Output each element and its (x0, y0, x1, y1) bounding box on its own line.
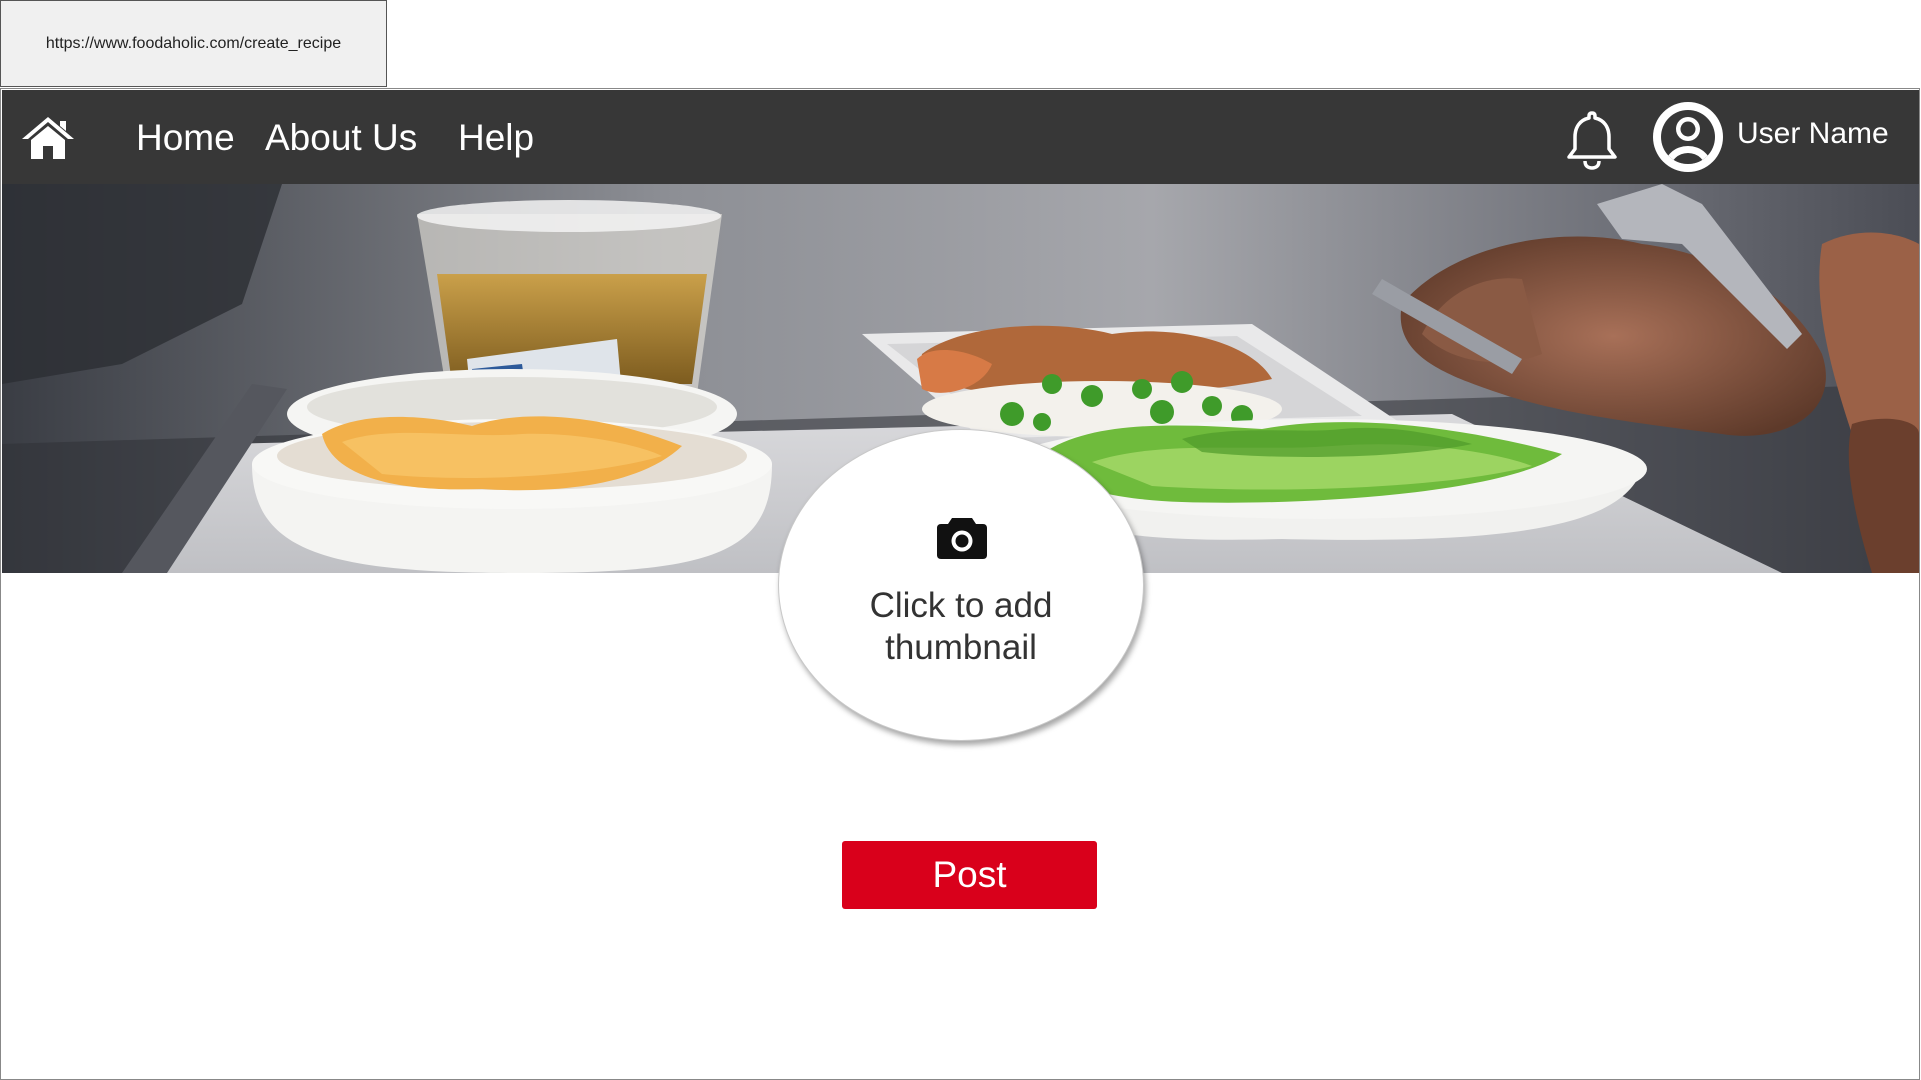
bell-icon[interactable] (1563, 109, 1621, 171)
url-text: https://www.foodaholic.com/create_recipe (45, 34, 342, 52)
user-name[interactable]: User Name (1737, 116, 1889, 152)
post-button[interactable]: Post (842, 841, 1097, 909)
app-frame: Home About Us Help User Name Click to ad… (0, 88, 1920, 1080)
thumbnail-label: Click to add thumbnail (869, 586, 1053, 667)
nav-help-link[interactable]: Help (458, 118, 534, 158)
page: https://www.foodaholic.com/create_recipe… (0, 0, 1921, 1080)
camera-icon (937, 518, 987, 559)
home-icon[interactable] (20, 115, 76, 161)
navbar: Home About Us Help User Name (2, 90, 1919, 184)
nav-about-us-link[interactable]: About Us (265, 118, 417, 158)
nav-home-link[interactable]: Home (136, 118, 235, 158)
thumbnail-upload[interactable]: Click to add thumbnail (778, 429, 1144, 741)
avatar-icon[interactable] (1653, 102, 1723, 172)
url-bar[interactable]: https://www.foodaholic.com/create_recipe (0, 0, 387, 87)
